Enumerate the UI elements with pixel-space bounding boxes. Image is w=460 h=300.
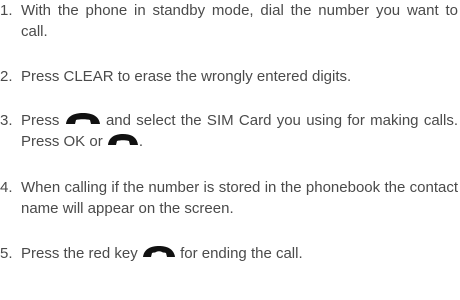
instruction-step-5: 5. Press the red key for ending the call…	[0, 243, 458, 264]
step-text-part: .	[138, 133, 144, 150]
step-text-part: Press	[21, 112, 60, 129]
step-number: 4.	[0, 179, 13, 196]
step-number: 3.	[0, 112, 13, 129]
step-number: 5.	[0, 245, 13, 262]
step-text-part: Press the red key	[21, 245, 138, 262]
step-text: Press and select the SIM Card you using …	[21, 110, 458, 152]
call-handset-icon	[65, 112, 101, 126]
step-text: Press CLEAR to erase the wrongly entered…	[21, 68, 352, 85]
instruction-step-2: 2. Press CLEAR to erase the wrongly ente…	[0, 66, 458, 87]
step-text-part: for ending the call.	[180, 245, 303, 262]
step-number: 2.	[0, 68, 13, 85]
instruction-step-3: 3. Press and select the SIM Card you usi…	[0, 110, 458, 152]
call-handset-icon	[107, 133, 139, 147]
step-text: With the phone in standby mode, dial the…	[21, 2, 458, 40]
instruction-step-1: 1. With the phone in standby mode, dial …	[0, 0, 458, 42]
step-text: When calling if the number is stored in …	[21, 179, 458, 217]
step-number: 1.	[0, 2, 13, 19]
instruction-step-4: 4. When calling if the number is stored …	[0, 177, 458, 219]
end-call-handset-icon	[142, 245, 176, 259]
step-text: Press the red key for ending the call.	[21, 243, 458, 264]
